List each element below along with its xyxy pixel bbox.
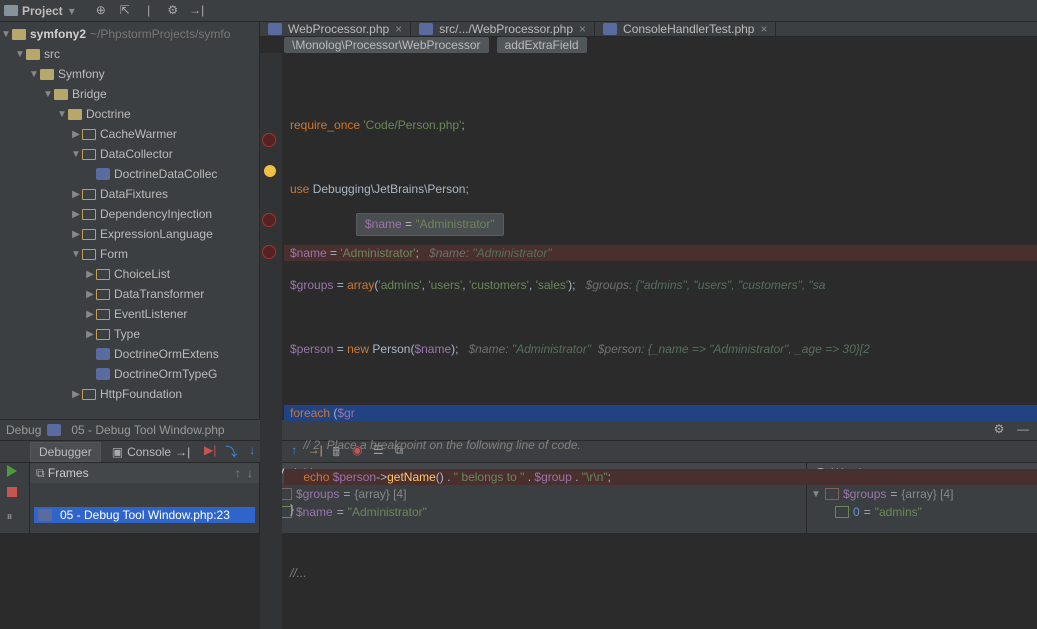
tree-item: CacheWarmer: [100, 127, 177, 141]
breakpoint-icon[interactable]: [262, 245, 276, 259]
php-file-icon: [603, 23, 617, 35]
intention-bulb-icon[interactable]: [264, 165, 276, 177]
tree-item: DoctrineOrmTypeG: [114, 367, 217, 381]
folder-icon: [68, 109, 82, 120]
tree-item: Bridge: [72, 87, 107, 101]
step-into-icon[interactable]: ↓: [243, 443, 261, 461]
breakpoint-icon[interactable]: [262, 213, 276, 227]
folder-icon: [82, 189, 96, 200]
module-icon: [12, 29, 26, 40]
tree-item: src: [44, 47, 60, 61]
folder-icon: [96, 289, 110, 300]
breakpoint-icon[interactable]: [262, 133, 276, 147]
php-file-icon: [268, 23, 282, 35]
target-icon[interactable]: ⊕: [93, 3, 109, 19]
tree-item: DoctrineDataCollec: [114, 167, 217, 181]
value-tooltip: $name = "Administrator": [356, 213, 504, 236]
tree-item: DependencyInjection: [100, 207, 212, 221]
tree-item: ChoiceList: [114, 267, 170, 281]
folder-icon: [96, 269, 110, 280]
debug-title: Debug: [6, 423, 41, 437]
tab-label: ConsoleHandlerTest.php: [623, 22, 754, 36]
close-icon[interactable]: ×: [579, 22, 586, 36]
debug-session-name: 05 - Debug Tool Window.php: [71, 423, 224, 437]
pause-button[interactable]: ⏸: [7, 509, 23, 525]
tree-item: DataCollector: [100, 147, 173, 161]
tree-item: ExpressionLanguage: [100, 227, 213, 241]
breadcrumb-item[interactable]: addExtraField: [497, 37, 587, 53]
folder-icon: [40, 69, 54, 80]
code-text: require_once: [290, 118, 363, 132]
tab-debugger[interactable]: Debugger: [30, 442, 101, 462]
tree-item: Doctrine: [86, 107, 131, 121]
collapse-icon[interactable]: ⇱: [117, 3, 133, 19]
folder-icon: [82, 209, 96, 220]
project-folder-icon: [4, 5, 18, 16]
tab-console[interactable]: ▣Console→|: [104, 443, 199, 461]
tree-root-path: ~/PhpstormProjects/symfo: [90, 27, 230, 41]
folder-icon: [54, 89, 68, 100]
frame-label: 05 - Debug Tool Window.php:23: [60, 508, 230, 522]
editor-tab[interactable]: WebProcessor.php ×: [260, 22, 411, 36]
folder-icon: [82, 389, 96, 400]
tree-item: Type: [114, 327, 140, 341]
down-icon[interactable]: ↓: [247, 466, 253, 480]
breadcrumb: \Monolog\Processor\WebProcessor addExtra…: [260, 37, 1037, 53]
tree-item: Form: [100, 247, 128, 261]
collapse-side-icon[interactable]: →|: [189, 3, 205, 19]
tree-item: EventListener: [114, 307, 187, 321]
project-title: Project: [22, 4, 63, 18]
frame-row-selected[interactable]: 05 - Debug Tool Window.php:23: [34, 507, 255, 523]
tree-item: HttpFoundation: [100, 387, 182, 401]
php-file-icon: [96, 348, 110, 360]
tab-label: src/.../WebProcessor.php: [439, 22, 573, 36]
folder-icon: [96, 309, 110, 320]
close-icon[interactable]: ×: [395, 22, 402, 36]
code-editor[interactable]: require_once 'Code/Person.php'; use Debu…: [260, 53, 1037, 629]
divider-icon: |: [141, 3, 157, 19]
chevron-down-icon[interactable]: ▾: [69, 4, 75, 18]
stop-button[interactable]: [7, 487, 23, 503]
tree-item: DataTransformer: [114, 287, 204, 301]
resume-button[interactable]: [7, 465, 23, 481]
tab-label: WebProcessor.php: [288, 22, 389, 36]
folder-icon: [82, 149, 96, 160]
editor-tab[interactable]: ConsoleHandlerTest.php ×: [595, 22, 776, 36]
php-file-icon: [96, 368, 110, 380]
folder-icon: [26, 49, 40, 60]
folder-icon: [96, 329, 110, 340]
php-file-icon: [47, 424, 61, 436]
php-file-icon: [38, 509, 52, 521]
step-over-icon[interactable]: ⤵: [222, 443, 240, 461]
up-icon[interactable]: ↑: [235, 466, 241, 480]
tree-item: DataFixtures: [100, 187, 168, 201]
tree-item: DoctrineOrmExtens: [114, 347, 219, 361]
folder-icon: [82, 229, 96, 240]
tree-item: Symfony: [58, 67, 105, 81]
run-controls: ⏸: [0, 463, 30, 533]
show-exec-point-icon[interactable]: ▶|: [201, 443, 219, 461]
editor-tabs: WebProcessor.php × src/.../WebProcessor.p…: [260, 22, 1037, 37]
breadcrumb-item[interactable]: \Monolog\Processor\WebProcessor: [284, 37, 489, 53]
editor-tab[interactable]: src/.../WebProcessor.php ×: [411, 22, 595, 36]
folder-icon: [82, 249, 96, 260]
folder-icon: [82, 129, 96, 140]
php-file-icon: [96, 168, 110, 180]
gear-icon[interactable]: ⚙: [165, 3, 181, 19]
close-icon[interactable]: ×: [760, 22, 767, 36]
tree-root: symfony2: [30, 27, 86, 41]
project-tree[interactable]: ▼symfony2~/PhpstormProjects/symfo ▼src ▼…: [0, 22, 260, 419]
php-file-icon: [419, 23, 433, 35]
panel-title-frames: Frames: [48, 466, 89, 480]
